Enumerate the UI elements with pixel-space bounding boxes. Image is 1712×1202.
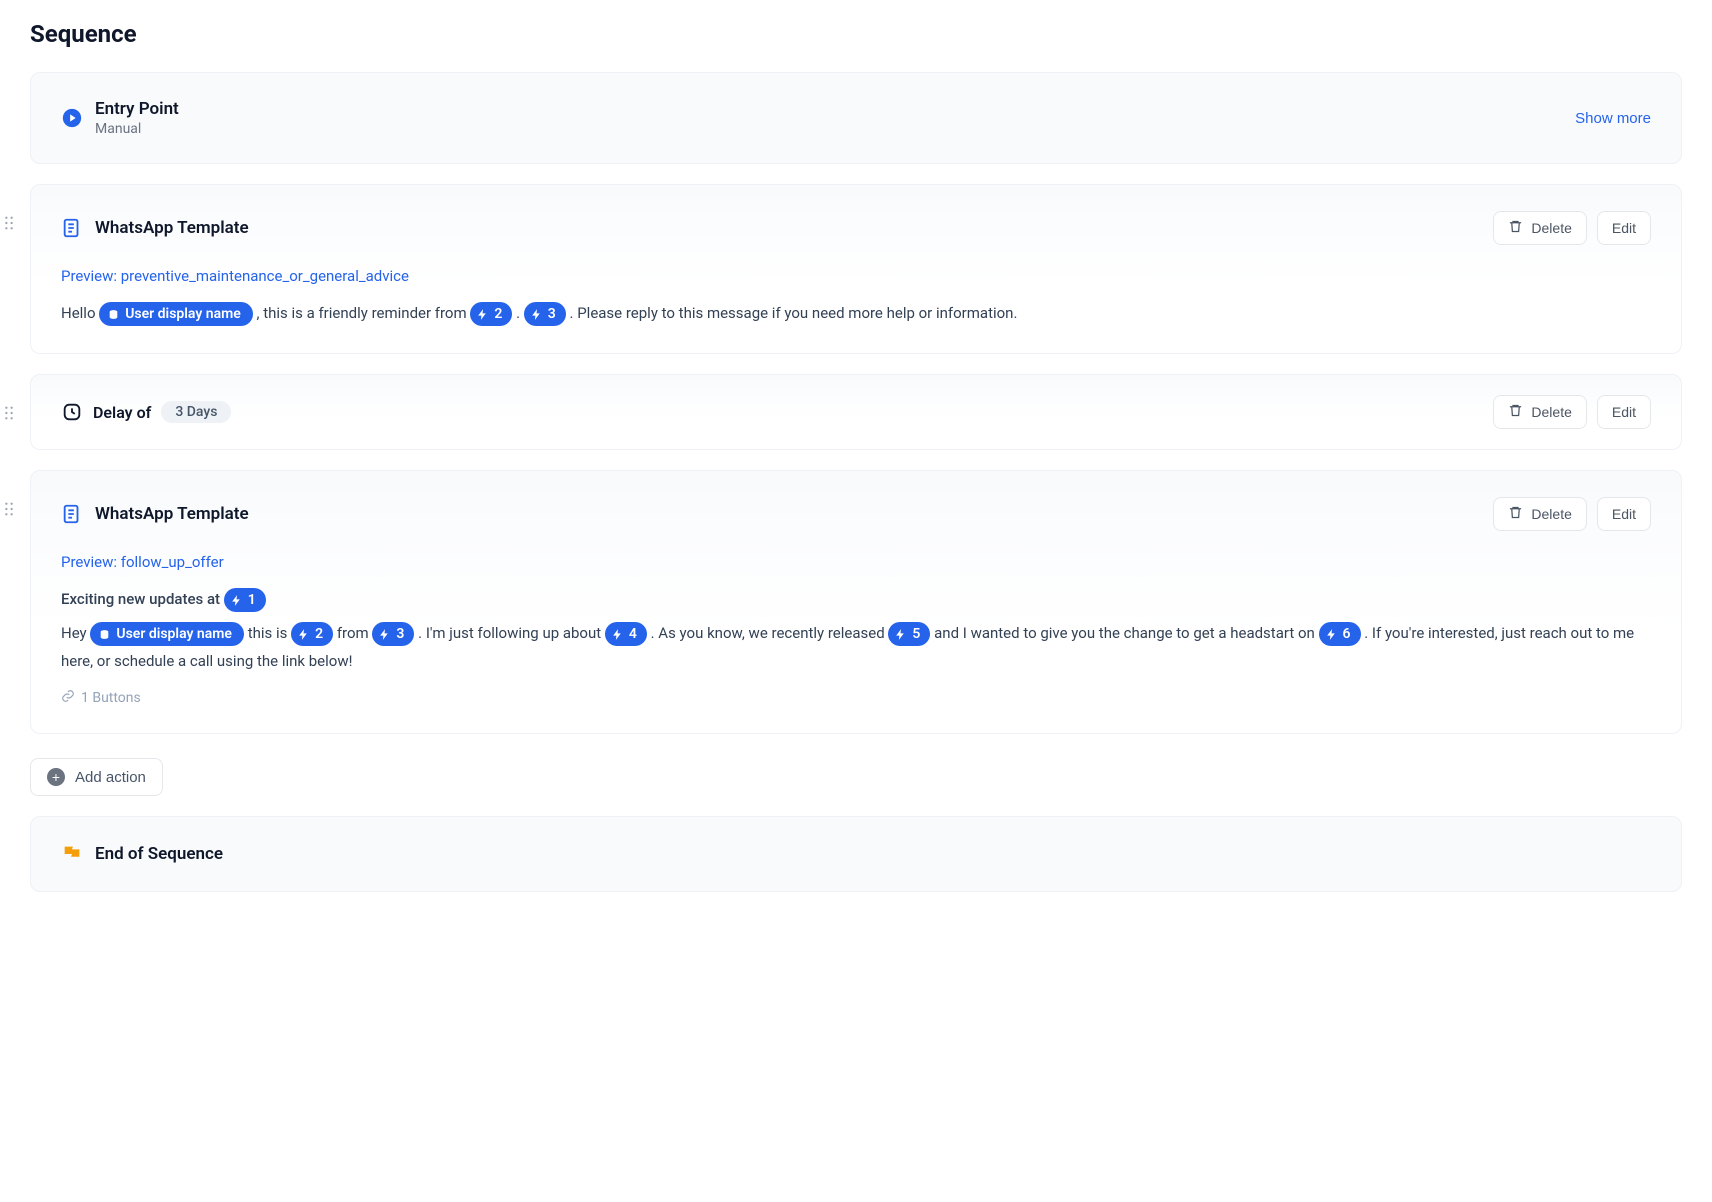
drag-handle-icon[interactable] (0, 404, 18, 422)
variable-2-pill[interactable]: 2 (291, 622, 333, 646)
step-title: WhatsApp Template (95, 218, 249, 238)
preview-link[interactable]: Preview: follow_up_offer (61, 553, 1651, 571)
text: Hey (61, 624, 90, 642)
whatsapp-template-card-2: WhatsApp Template Delete Edit Preview: f… (30, 470, 1682, 734)
trash-icon (1508, 219, 1523, 237)
pill-label: 2 (315, 623, 323, 645)
text: Hello (61, 304, 99, 322)
delete-button[interactable]: Delete (1493, 395, 1586, 429)
message-header-line: Exciting new updates at 1 (61, 585, 1651, 613)
link-icon (61, 689, 75, 707)
variable-3-pill[interactable]: 3 (372, 622, 414, 646)
pill-label: 3 (396, 623, 404, 645)
delete-label: Delete (1531, 220, 1571, 236)
delete-button[interactable]: Delete (1493, 497, 1586, 531)
text: . Please reply to this message if you ne… (570, 304, 1018, 322)
edit-label: Edit (1612, 506, 1636, 522)
step-title: WhatsApp Template (95, 504, 249, 524)
edit-label: Edit (1612, 404, 1636, 420)
edit-button[interactable]: Edit (1597, 497, 1651, 531)
message-body: Hey User display name this is 2 from 3 .… (61, 619, 1651, 675)
edit-button[interactable]: Edit (1597, 211, 1651, 245)
timer-icon (61, 401, 83, 423)
text: . (516, 304, 524, 322)
text: Exciting new updates at (61, 590, 224, 608)
variable-3-pill[interactable]: 3 (524, 302, 566, 326)
entry-point-subtitle: Manual (95, 121, 179, 137)
plus-circle-icon: + (47, 768, 65, 786)
play-circle-icon (61, 107, 83, 129)
trash-icon (1508, 403, 1523, 421)
delete-label: Delete (1531, 506, 1571, 522)
text: this is (248, 624, 291, 642)
whatsapp-template-card-1: WhatsApp Template Delete Edit Preview: p… (30, 184, 1682, 354)
entry-point-title: Entry Point (95, 99, 179, 119)
add-action-label: Add action (75, 769, 146, 786)
delete-button[interactable]: Delete (1493, 211, 1586, 245)
pill-label: 4 (629, 623, 637, 645)
user-display-name-variable-pill[interactable]: User display name (90, 622, 244, 646)
drag-handle-icon[interactable] (0, 214, 18, 232)
buttons-note: 1 Buttons (61, 689, 1651, 707)
text: from (337, 624, 373, 642)
end-of-sequence-card: End of Sequence (30, 816, 1682, 892)
variable-5-pill[interactable]: 5 (888, 622, 930, 646)
pill-label: 2 (494, 303, 502, 325)
pill-label: 6 (1343, 623, 1351, 645)
page-title: Sequence (30, 20, 1682, 48)
edit-label: Edit (1612, 220, 1636, 236)
pill-label: 5 (912, 623, 920, 645)
message-body: Hello User display name , this is a frie… (61, 299, 1651, 327)
user-display-name-variable-pill[interactable]: User display name (99, 302, 253, 326)
delete-label: Delete (1531, 404, 1571, 420)
variable-1-pill[interactable]: 1 (224, 588, 266, 612)
edit-button[interactable]: Edit (1597, 395, 1651, 429)
show-more-button[interactable]: Show more (1575, 110, 1651, 127)
pill-label: User display name (116, 623, 232, 645)
delay-card: Delay of 3 Days Delete Edit (30, 374, 1682, 450)
delay-value-badge: 3 Days (161, 401, 231, 423)
trash-icon (1508, 505, 1523, 523)
drag-handle-icon[interactable] (0, 500, 18, 518)
template-document-icon (61, 503, 83, 525)
pill-label: 3 (548, 303, 556, 325)
variable-6-pill[interactable]: 6 (1319, 622, 1361, 646)
end-title: End of Sequence (95, 844, 223, 864)
add-action-button[interactable]: + Add action (30, 758, 163, 796)
variable-4-pill[interactable]: 4 (605, 622, 647, 646)
template-document-icon (61, 217, 83, 239)
text: and I wanted to give you the change to g… (934, 624, 1318, 642)
entry-point-card: Entry Point Manual Show more (30, 72, 1682, 164)
delay-label: Delay of (93, 403, 151, 422)
pill-label: 1 (248, 589, 256, 611)
buttons-note-label: 1 Buttons (81, 690, 141, 706)
flag-icon (61, 843, 83, 865)
text: , this is a friendly reminder from (257, 304, 471, 322)
text: . As you know, we recently released (651, 624, 889, 642)
pill-label: User display name (125, 303, 241, 325)
text: . I'm just following up about (418, 624, 605, 642)
variable-2-pill[interactable]: 2 (470, 302, 512, 326)
preview-link[interactable]: Preview: preventive_maintenance_or_gener… (61, 267, 1651, 285)
